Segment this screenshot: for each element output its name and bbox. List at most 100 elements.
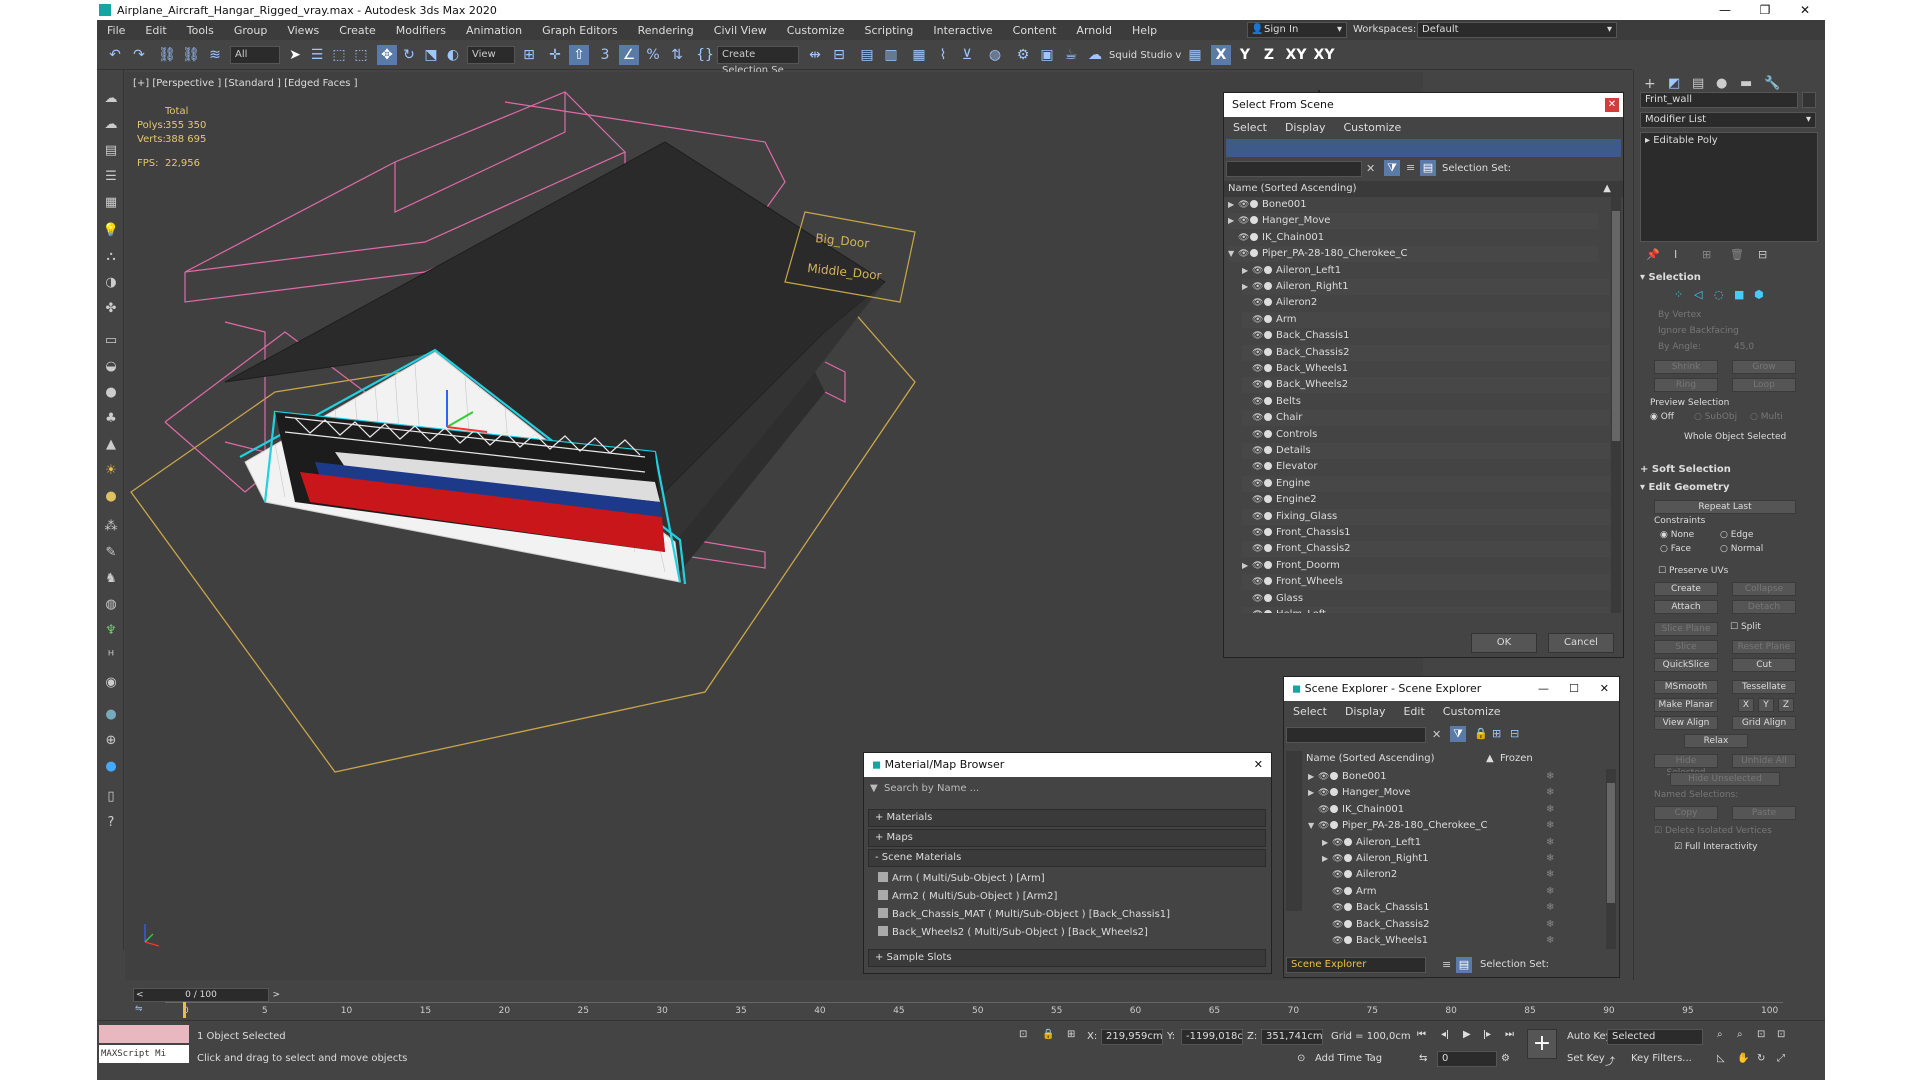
menu-interactive[interactable]: Interactive bbox=[923, 24, 1002, 37]
auto-key-button[interactable]: Auto Key bbox=[1567, 1031, 1612, 1042]
x-coordinate-field[interactable]: 219,959cm bbox=[1101, 1029, 1163, 1045]
lock-icon[interactable]: 🔒 bbox=[1474, 727, 1488, 740]
sfs-tree-row[interactable]: ▶ 👁 Aileron_Left1 bbox=[1242, 263, 1610, 279]
disc-icon[interactable]: ● bbox=[102, 488, 120, 506]
eye-icon[interactable]: 👁 bbox=[1252, 410, 1263, 426]
eye-icon[interactable]: 👁 bbox=[1252, 312, 1263, 328]
se-tree-row[interactable]: 👁 Back_Wheels1 ❄ bbox=[1322, 933, 1604, 949]
sun-icon[interactable]: ☀ bbox=[102, 462, 120, 480]
eye-icon[interactable]: 👁 bbox=[1238, 246, 1249, 262]
unhide-all-button[interactable]: Unhide All bbox=[1732, 754, 1796, 768]
track-bar-icon[interactable]: ⇋ bbox=[135, 1004, 143, 1014]
angle-snap-icon[interactable]: ∠ bbox=[619, 45, 639, 65]
percent-snap-icon[interactable]: % bbox=[643, 45, 663, 65]
place-icon[interactable]: ◐ bbox=[443, 45, 463, 65]
next-frame-icon[interactable]: ǀ▸ bbox=[1483, 1029, 1491, 1040]
close-icon[interactable]: ✕ bbox=[1254, 753, 1263, 777]
ok-button[interactable]: OK bbox=[1471, 633, 1537, 653]
sfs-tree-row[interactable]: ▶ 👁 Bone001 bbox=[1228, 197, 1598, 213]
axis-xy-button[interactable]: XY bbox=[1283, 45, 1309, 65]
eye-icon[interactable]: 👁 bbox=[1238, 197, 1249, 213]
material-editor-icon[interactable]: ◍ bbox=[985, 45, 1005, 65]
time-tag-icon[interactable]: ⊙ bbox=[1297, 1053, 1305, 1064]
layers-icon[interactable]: ≡ bbox=[1406, 161, 1415, 174]
frozen-icon[interactable]: ❄ bbox=[1546, 802, 1554, 818]
display-tab-icon[interactable]: ▬ bbox=[1740, 76, 1752, 91]
sfs-tree-row[interactable]: 👁 Belts bbox=[1242, 394, 1610, 410]
render-production-icon[interactable]: ☕ bbox=[1061, 45, 1081, 65]
expand-arrow-icon[interactable]: ▶ bbox=[1242, 558, 1252, 574]
zoom-extents-all-icon[interactable]: ⊡ bbox=[1777, 1029, 1785, 1040]
sfs-scrollbar[interactable] bbox=[1611, 197, 1621, 613]
link-icon[interactable]: ⛓ bbox=[157, 45, 177, 65]
modify-tab-icon[interactable]: ◩ bbox=[1668, 76, 1680, 91]
msmooth-button[interactable]: MSmooth bbox=[1654, 680, 1718, 694]
key-filters-button[interactable]: Key Filters... bbox=[1631, 1053, 1692, 1064]
grass-icon[interactable]: ♆ bbox=[102, 622, 120, 640]
rotate-icon[interactable]: ↻ bbox=[399, 45, 419, 65]
preserve-uvs-checkbox[interactable]: ☐ Preserve UVs bbox=[1658, 566, 1728, 576]
attach-button[interactable]: Attach bbox=[1654, 600, 1718, 614]
figure-icon[interactable]: ♞ bbox=[102, 570, 120, 588]
menu-modifiers[interactable]: Modifiers bbox=[386, 24, 456, 37]
maxscript-listener[interactable] bbox=[99, 1025, 189, 1043]
expand-arrow-icon[interactable]: ▶ bbox=[1322, 835, 1332, 851]
frozen-icon[interactable]: ❄ bbox=[1546, 851, 1554, 867]
eye-icon[interactable]: 👁 bbox=[1252, 574, 1263, 590]
squid-studio-label[interactable]: Squid Studio v bbox=[1109, 50, 1181, 61]
hide-unselected-button[interactable]: Hide Unselected bbox=[1670, 772, 1780, 786]
sfs-tree-row[interactable]: 👁 IK_Chain001 bbox=[1228, 230, 1598, 246]
constraint-edge-radio[interactable]: ○ Edge bbox=[1720, 530, 1753, 540]
se-tree-row[interactable]: ▶ 👁 Bone001 ❄ bbox=[1308, 769, 1598, 785]
menu-scripting[interactable]: Scripting bbox=[854, 24, 923, 37]
frozen-icon[interactable]: ❄ bbox=[1546, 818, 1554, 834]
reference-coord-dropdown[interactable]: View bbox=[467, 46, 515, 64]
filter-icon[interactable]: ⧩ bbox=[1450, 726, 1466, 742]
sfs-tree-row[interactable]: 👁 Front_Chassis2 bbox=[1242, 541, 1610, 558]
rectangular-selection-icon[interactable]: ⬚ bbox=[329, 45, 349, 65]
grid-icon[interactable]: ▦ bbox=[1185, 45, 1205, 65]
edit-geometry-rollout-title[interactable]: ▾ Edit Geometry bbox=[1640, 482, 1820, 496]
quickslice-button[interactable]: QuickSlice bbox=[1654, 658, 1718, 672]
cut-button[interactable]: Cut bbox=[1732, 658, 1796, 672]
planar-z-button[interactable]: Z bbox=[1778, 698, 1794, 712]
se-explorer-name-dropdown[interactable]: Scene Explorer bbox=[1286, 957, 1426, 973]
tree-icon[interactable]: ♣ bbox=[102, 410, 120, 428]
zoom-extents-icon[interactable]: ⊡ bbox=[1757, 1029, 1765, 1040]
se-tree-row[interactable]: 👁 Back_Chassis1 ❄ bbox=[1322, 900, 1604, 916]
ribbon-icon[interactable]: ▦ bbox=[909, 45, 929, 65]
eye-icon[interactable]: 👁 bbox=[1252, 427, 1263, 443]
sfs-tree-row[interactable]: 👁 Engine bbox=[1242, 475, 1610, 492]
relax-button[interactable]: Relax bbox=[1684, 734, 1748, 748]
grow-button[interactable]: Grow bbox=[1732, 360, 1796, 374]
sfs-tree-row[interactable]: 👁 Helm_Left bbox=[1242, 607, 1610, 613]
make-planar-button[interactable]: Make Planar bbox=[1654, 698, 1718, 712]
material-browser-header[interactable]: ◼ Material/Map Browser ✕ bbox=[864, 753, 1271, 777]
eye-icon[interactable]: 👁 bbox=[1332, 933, 1343, 949]
minimize-icon[interactable]: — bbox=[1538, 677, 1549, 701]
time-cursor[interactable] bbox=[183, 1002, 186, 1018]
menu-content[interactable]: Content bbox=[1003, 24, 1067, 37]
frozen-icon[interactable]: ❄ bbox=[1546, 933, 1554, 949]
render-setup-icon[interactable]: ⚙ bbox=[1013, 45, 1033, 65]
se-tree-row[interactable]: 👁 Aileron2 ❄ bbox=[1322, 867, 1604, 883]
undo-icon[interactable]: ↶ bbox=[105, 45, 125, 65]
constraint-normal-radio[interactable]: ○ Normal bbox=[1720, 544, 1763, 554]
absolute-mode-icon[interactable]: ⊞ bbox=[1067, 1029, 1075, 1040]
constraint-none-radio[interactable]: ◉ None bbox=[1660, 530, 1694, 540]
menu-graph-editors[interactable]: Graph Editors bbox=[532, 24, 628, 37]
eye-icon[interactable]: 👁 bbox=[1252, 459, 1263, 475]
sign-in-dropdown[interactable]: 👤 Sign In ▾ bbox=[1247, 22, 1347, 38]
expand-arrow-icon[interactable]: ▶ bbox=[1242, 279, 1252, 295]
sfs-tree-row[interactable]: 👁 Back_Wheels1 bbox=[1242, 361, 1610, 377]
soft-selection-rollout-title[interactable]: + Soft Selection bbox=[1640, 464, 1820, 478]
eye-icon[interactable]: 👁 bbox=[1252, 263, 1263, 279]
eye-icon[interactable]: 👁 bbox=[1252, 394, 1263, 410]
material-item[interactable]: Back_Chassis_MAT ( Multi/Sub-Object ) [B… bbox=[878, 907, 1170, 923]
selection-set-icon[interactable]: ▤ bbox=[1420, 160, 1436, 176]
sfs-tree-row[interactable]: 👁 Back_Chassis2 bbox=[1242, 344, 1610, 361]
pin-stack-icon[interactable]: 📌 bbox=[1646, 248, 1660, 261]
key-selection-dropdown[interactable]: Selected bbox=[1607, 1029, 1703, 1045]
sfs-tree-row[interactable]: 👁 Chair bbox=[1242, 410, 1610, 427]
expand-icon[interactable]: ⊟ bbox=[1510, 727, 1519, 740]
